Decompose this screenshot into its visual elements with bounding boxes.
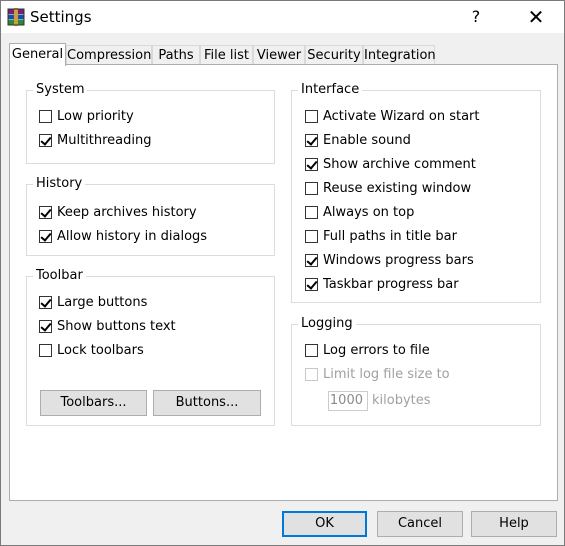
interface-group-title: Interface: [298, 82, 363, 97]
tab-general[interactable]: General: [9, 43, 66, 66]
system-group: System Low priority Multithreading: [26, 82, 275, 164]
checkbox-label: Low priority: [57, 108, 134, 124]
logging-group: Logging Log errors to file Limit log fil…: [291, 316, 541, 426]
interface-group: Interface Activate Wizard on start Enabl…: [291, 82, 541, 303]
close-icon[interactable]: ✕: [513, 1, 559, 33]
checkbox-box: [305, 367, 318, 381]
full-paths-in-title-bar-checkbox[interactable]: Full paths in title bar: [305, 227, 457, 245]
tab-compression[interactable]: Compression: [66, 45, 152, 64]
checkbox-label: Windows progress bars: [323, 252, 474, 268]
checkbox-label: Keep archives history: [57, 204, 197, 220]
low-priority-checkbox[interactable]: Low priority: [39, 107, 134, 125]
window-title: Settings: [30, 8, 92, 26]
checkbox-box[interactable]: [39, 205, 52, 219]
checkbox-label: Log errors to file: [323, 342, 430, 358]
checkbox-label: Allow history in dialogs: [57, 228, 208, 244]
log-size-input: 1000: [328, 391, 368, 411]
windows-progress-bars-checkbox[interactable]: Windows progress bars: [305, 251, 474, 269]
checkbox-box[interactable]: [39, 319, 52, 333]
history-group: History Keep archives history Allow hist…: [26, 176, 275, 256]
tab-security[interactable]: Security: [305, 45, 363, 64]
large-buttons-checkbox[interactable]: Large buttons: [39, 293, 147, 311]
checkbox-box[interactable]: [305, 277, 318, 291]
reuse-existing-window-checkbox[interactable]: Reuse existing window: [305, 179, 471, 197]
show-buttons-text-checkbox[interactable]: Show buttons text: [39, 317, 176, 335]
checkbox-box[interactable]: [39, 343, 52, 357]
ok-button[interactable]: OK: [282, 511, 367, 537]
title-bar: Settings ? ✕: [1, 1, 564, 33]
checkbox-label: Activate Wizard on start: [323, 108, 480, 124]
checkbox-label: Taskbar progress bar: [323, 276, 459, 292]
help-question-icon[interactable]: ?: [453, 1, 499, 33]
system-group-title: System: [33, 82, 88, 97]
checkbox-label: Enable sound: [323, 132, 411, 148]
tab-viewer[interactable]: Viewer: [253, 45, 305, 64]
checkbox-label: Full paths in title bar: [323, 228, 457, 244]
checkbox-label: Multithreading: [57, 132, 152, 148]
checkbox-label: Show buttons text: [57, 318, 176, 334]
checkbox-label: Always on top: [323, 204, 415, 220]
cancel-button[interactable]: Cancel: [377, 511, 463, 537]
checkbox-label: Show archive comment: [323, 156, 476, 172]
checkbox-box[interactable]: [305, 109, 318, 123]
toolbar-group: Toolbar Large buttons Show buttons text …: [26, 268, 275, 426]
checkbox-box[interactable]: [305, 343, 318, 357]
log-errors-to-file-checkbox[interactable]: Log errors to file: [305, 341, 430, 359]
history-group-title: History: [33, 176, 86, 191]
activate-wizard-checkbox[interactable]: Activate Wizard on start: [305, 107, 479, 125]
tab-paths[interactable]: Paths: [152, 45, 200, 64]
checkbox-box[interactable]: [305, 229, 318, 243]
allow-history-in-dialogs-checkbox[interactable]: Allow history in dialogs: [39, 227, 207, 245]
logging-group-title: Logging: [298, 316, 356, 331]
always-on-top-checkbox[interactable]: Always on top: [305, 203, 414, 221]
checkbox-box[interactable]: [305, 253, 318, 267]
toolbar-group-title: Toolbar: [33, 268, 86, 283]
multithreading-checkbox[interactable]: Multithreading: [39, 131, 152, 149]
checkbox-box[interactable]: [305, 157, 318, 171]
checkbox-label: Reuse existing window: [323, 180, 472, 196]
help-button[interactable]: Help: [471, 511, 557, 537]
checkbox-label: Large buttons: [57, 294, 148, 310]
toolbars-button[interactable]: Toolbars...: [40, 390, 147, 416]
checkbox-label: Lock toolbars: [57, 342, 144, 358]
winrar-app-icon: [7, 8, 25, 26]
checkbox-box[interactable]: [305, 181, 318, 195]
checkbox-box[interactable]: [305, 205, 318, 219]
buttons-button[interactable]: Buttons...: [153, 390, 261, 416]
keep-archives-history-checkbox[interactable]: Keep archives history: [39, 203, 197, 221]
general-tab-panel: System Low priority Multithreading Histo…: [9, 64, 558, 501]
settings-window: Settings ? ✕ General Compression Paths F…: [0, 0, 565, 546]
enable-sound-checkbox[interactable]: Enable sound: [305, 131, 411, 149]
taskbar-progress-bar-checkbox[interactable]: Taskbar progress bar: [305, 275, 459, 293]
checkbox-box[interactable]: [39, 109, 52, 123]
show-archive-comment-checkbox[interactable]: Show archive comment: [305, 155, 476, 173]
checkbox-box[interactable]: [39, 295, 52, 309]
tab-file-list[interactable]: File list: [200, 45, 253, 64]
checkbox-label: Limit log file size to: [323, 366, 450, 382]
limit-log-file-size-checkbox: Limit log file size to: [305, 365, 450, 383]
tab-integration[interactable]: Integration: [363, 45, 436, 64]
checkbox-box[interactable]: [305, 133, 318, 147]
log-size-unit: kilobytes: [372, 393, 431, 408]
checkbox-box[interactable]: [39, 133, 52, 147]
lock-toolbars-checkbox[interactable]: Lock toolbars: [39, 341, 144, 359]
checkbox-box[interactable]: [39, 229, 52, 243]
